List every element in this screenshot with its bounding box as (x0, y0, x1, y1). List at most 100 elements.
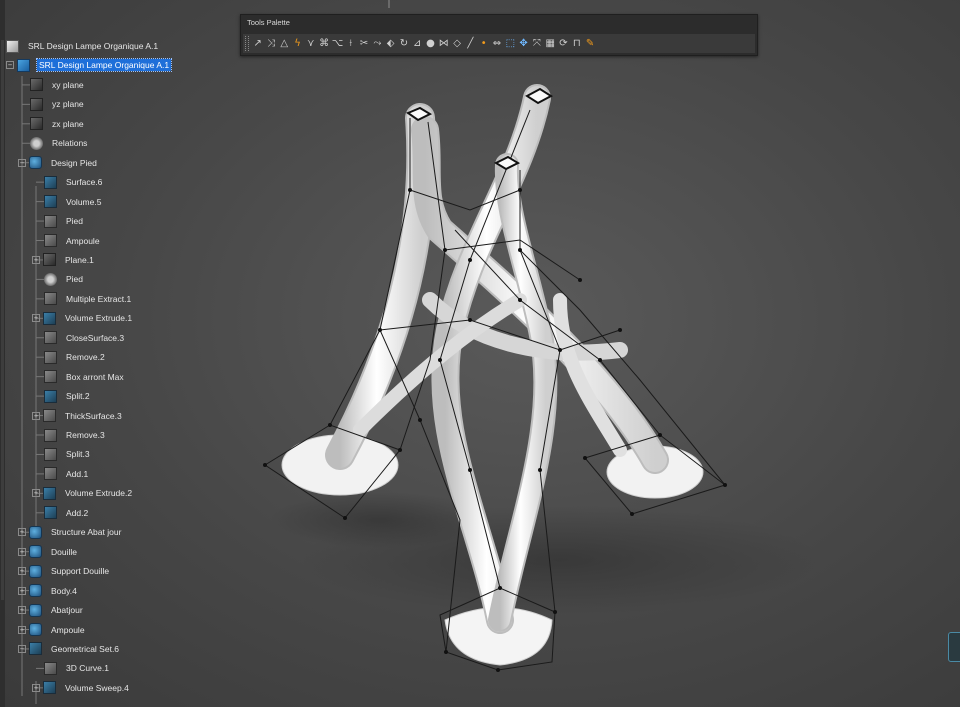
tree-item[interactable]: Volume.5 (44, 193, 103, 211)
tree-item[interactable]: + Body.4 (18, 582, 79, 600)
expand-icon[interactable]: + (18, 567, 26, 576)
tree-item[interactable]: Add.1 (44, 465, 90, 483)
tree-item[interactable]: Relations (30, 134, 89, 152)
tree-item[interactable]: CloseSurface.3 (44, 329, 126, 347)
expand-icon[interactable]: + (18, 606, 26, 615)
tree-item-label: Volume.5 (66, 196, 102, 207)
toolbar-grip[interactable] (245, 36, 249, 51)
tree-item-label: Volume Sweep.4 (65, 682, 129, 693)
expand-icon[interactable]: + (18, 528, 26, 537)
weld-icon[interactable]: ⟊ (344, 36, 357, 51)
tree-item[interactable]: Pied (44, 212, 85, 230)
navigation-widget[interactable] (948, 632, 960, 662)
feature-icon (44, 370, 57, 384)
tree-item-label: Pied (66, 274, 84, 285)
expand-icon[interactable]: + (32, 314, 40, 323)
tree-item[interactable]: + Abatjour (18, 601, 85, 619)
tree-item[interactable]: xy plane (30, 76, 86, 94)
tree-item[interactable]: Add.2 (44, 504, 90, 522)
tree-item-label: Relations (52, 138, 88, 149)
tree-item-label: Abatjour (51, 605, 83, 616)
tree-item[interactable]: Pied (44, 270, 85, 288)
move-icon[interactable]: ✥ (517, 36, 530, 51)
tree-item[interactable]: − SRL Design Lampe Organique A.1 (6, 56, 173, 74)
expand-icon[interactable]: + (32, 489, 40, 498)
link-icon[interactable]: ⇔ (490, 36, 503, 51)
tree-item[interactable]: Split.2 (44, 387, 92, 405)
tree-item-label: Structure Abat jour (51, 527, 122, 538)
tree-item[interactable]: 3D Curve.1 (44, 659, 111, 677)
tree-item[interactable]: + ThickSurface.3 (32, 407, 124, 425)
product-icon (17, 58, 30, 72)
expand-icon[interactable]: + (32, 683, 40, 692)
collapse-icon[interactable]: − (18, 158, 26, 167)
tree-item[interactable]: SRL Design Lampe Organique A.1 (6, 37, 160, 55)
expand-icon[interactable]: + (18, 625, 26, 634)
tree-item[interactable]: + Support Douille (18, 562, 111, 580)
lock-icon[interactable]: ⊓ (570, 36, 583, 51)
vertex-arrow-icon[interactable]: ↗ (251, 36, 264, 51)
rotate-icon[interactable]: ↻ (397, 36, 410, 51)
tree-item[interactable]: + Volume Sweep.4 (32, 679, 131, 697)
surface-icon (44, 175, 57, 189)
tree-item[interactable]: Surface.6 (44, 173, 104, 191)
feature-icon (44, 331, 57, 345)
surface-icon (44, 389, 57, 403)
tree-item-label: xy plane (52, 79, 84, 90)
box-select-icon[interactable]: ⬚ (504, 36, 517, 51)
expand-icon[interactable]: + (18, 547, 26, 556)
expand-icon[interactable]: + (18, 586, 26, 595)
feature-icon (44, 428, 57, 442)
dot-icon[interactable]: • (477, 36, 490, 51)
orange-edit-icon[interactable]: ✎ (583, 36, 596, 51)
tree-item[interactable]: Box arront Max (44, 368, 126, 386)
expand-icon[interactable]: + (32, 411, 40, 420)
top-splitter[interactable] (388, 0, 390, 8)
grid-icon[interactable]: ▦ (544, 36, 557, 51)
tree-item[interactable]: + Ampoule (18, 621, 87, 639)
line-icon[interactable]: ╱ (464, 36, 477, 51)
tree-item-label: Plane.1 (65, 254, 94, 265)
subdivide-icon[interactable]: ⋈ (437, 36, 450, 51)
palette-toolbar: ↗ ⤨ △ ϟ ⋎ ⌘ ⌥ ⟊ ✂ ⤳ ⬖ ↻ ⊿ ● ⋈ ◇ ╱ • ⇔ ⬚ ✥ ⤧ ▦ ⟳ ⊓ ✎ (243, 34, 755, 53)
tree-item[interactable]: Multiple Extract.1 (44, 290, 133, 308)
tools-palette: Tools Palette ↗ ⤨ △ ϟ ⋎ ⌘ ⌥ ⟊ ✂ ⤳ ⬖ ↻ ⊿ ● ⋈ ◇ ╱ • ⇔ ⬚ ✥ ⤧ ▦ ⟳ ⊓ ✎ (240, 14, 758, 56)
tree-item[interactable]: Remove.3 (44, 426, 107, 444)
tree-item-label: yz plane (52, 99, 84, 110)
triangle-mesh-icon[interactable]: △ (278, 36, 291, 51)
tree-item[interactable]: Ampoule (44, 232, 102, 250)
tree-item-label: Remove.2 (66, 352, 105, 363)
bridge-icon[interactable]: ⋎ (304, 36, 317, 51)
tree-item-label: Design Pied (51, 157, 97, 168)
tree-item[interactable]: − Geometrical Set.6 (18, 640, 121, 658)
tree-item[interactable]: + Douille (18, 543, 79, 561)
expand-icon[interactable]: + (32, 255, 40, 264)
body-icon (29, 545, 42, 559)
tree-item[interactable]: Split.3 (44, 445, 92, 463)
stretch-icon[interactable]: ⤳ (371, 36, 384, 51)
sphere-icon[interactable]: ● (424, 36, 437, 51)
tree-item[interactable]: + Plane.1 (32, 251, 96, 269)
tree-item[interactable]: − Design Pied (18, 154, 99, 172)
body-icon (29, 603, 42, 617)
tree-item[interactable]: + Volume Extrude.1 (32, 309, 134, 327)
tree-item[interactable]: zx plane (30, 115, 86, 133)
tree-item[interactable]: Remove.2 (44, 348, 107, 366)
split-icon[interactable]: ⌥ (331, 36, 344, 51)
feature-icon (44, 467, 57, 481)
collapse-icon[interactable]: − (6, 61, 14, 70)
multi-vertex-icon[interactable]: ⤨ (264, 36, 277, 51)
orange-curve-icon[interactable]: ϟ (291, 36, 304, 51)
scale-icon[interactable]: ⤧ (530, 36, 543, 51)
tree-item-label: Volume Extrude.2 (65, 488, 133, 499)
bevel-icon[interactable]: ⬖ (384, 36, 397, 51)
tree-item[interactable]: + Structure Abat jour (18, 523, 123, 541)
cut-icon[interactable]: ✂ (357, 36, 370, 51)
extrude-icon[interactable]: ⌘ (317, 36, 330, 51)
tree-item[interactable]: + Volume Extrude.2 (32, 484, 134, 502)
tree-item[interactable]: yz plane (30, 95, 86, 113)
sync-icon[interactable]: ⟳ (557, 36, 570, 51)
symmetry-icon[interactable]: ⊿ (411, 36, 424, 51)
collapse-icon[interactable]: − (18, 644, 26, 653)
diamond-icon[interactable]: ◇ (450, 36, 463, 51)
